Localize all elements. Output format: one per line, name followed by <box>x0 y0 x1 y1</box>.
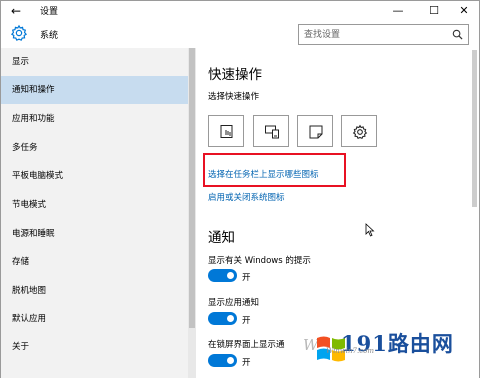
sidebar-item-apps[interactable]: 应用和功能 <box>1 105 188 133</box>
watermark-site: Winwin7.com <box>326 347 375 355</box>
toggle-knob <box>227 357 234 364</box>
search-icon[interactable] <box>452 29 463 40</box>
sidebar-scrollbar-thumb[interactable] <box>189 48 195 328</box>
page-header: 系统 <box>1 21 479 48</box>
link-system-icons[interactable]: 启用或关闭系统图标 <box>208 191 285 203</box>
sidebar-item-default-apps[interactable]: 默认应用 <box>1 305 188 333</box>
toggle-app-notifications[interactable] <box>208 312 237 325</box>
quick-action-connect[interactable] <box>253 115 289 147</box>
settings-icon <box>352 124 368 140</box>
sidebar-item-storage[interactable]: 存储 <box>1 248 188 276</box>
toggle-state-windows-tips: 开 <box>242 273 251 283</box>
title-bar: ← 设置 — ☐ ✕ <box>1 1 479 21</box>
search-box[interactable] <box>298 24 469 45</box>
close-button[interactable]: ✕ <box>449 1 479 21</box>
sidebar-item-display[interactable]: 显示 <box>1 48 188 76</box>
sidebar-item-power-sleep[interactable]: 电源和睡眠 <box>1 220 188 248</box>
sidebar-item-battery-saver[interactable]: 节电模式 <box>1 191 188 219</box>
sidebar-item-about[interactable]: 关于 <box>1 333 188 361</box>
main-scrollbar-thumb[interactable] <box>472 50 477 207</box>
toggle-knob <box>227 315 234 322</box>
connect-icon <box>265 125 279 139</box>
option-label-lock-screen: 在锁屏界面上显示通 <box>208 340 285 350</box>
maximize-button[interactable]: ☐ <box>419 1 449 21</box>
quick-actions-subtitle: 选择快速操作 <box>208 92 260 102</box>
toggle-state-app-notifications: 开 <box>242 316 251 326</box>
minimize-button[interactable]: — <box>383 1 413 21</box>
toggle-knob <box>227 272 234 279</box>
quick-actions-heading: 快速操作 <box>208 67 262 83</box>
quick-action-tablet-mode[interactable] <box>208 115 244 147</box>
search-input[interactable] <box>299 25 449 44</box>
gear-icon <box>10 24 28 41</box>
tablet-mode-icon <box>220 125 233 138</box>
settings-window: ← 设置 — ☐ ✕ 系统 显示 通知和操作 应用和功能 多任务 平板电脑模式 … <box>0 0 480 378</box>
toggle-windows-tips[interactable] <box>208 269 237 282</box>
toggle-lock-screen[interactable] <box>208 354 237 367</box>
sidebar-item-tablet-mode[interactable]: 平板电脑模式 <box>1 162 188 190</box>
toggle-state-lock-screen: 开 <box>242 358 251 368</box>
link-taskbar-icons[interactable]: 选择在任务栏上显示哪些图标 <box>208 168 319 180</box>
sidebar-nav: 显示 通知和操作 应用和功能 多任务 平板电脑模式 节电模式 电源和睡眠 存储 … <box>1 48 188 378</box>
option-label-app-notifications: 显示应用通知 <box>208 298 260 308</box>
sidebar-scrollbar[interactable] <box>188 48 196 378</box>
back-button[interactable]: ← <box>7 2 25 20</box>
sidebar-item-multitasking[interactable]: 多任务 <box>1 134 188 162</box>
note-icon <box>309 125 323 139</box>
quick-action-note[interactable] <box>297 115 333 147</box>
page-title: 系统 <box>40 31 59 41</box>
mouse-cursor-icon <box>365 223 375 237</box>
option-label-windows-tips: 显示有关 Windows 的提示 <box>208 256 311 266</box>
sidebar-item-offline-maps[interactable]: 脱机地图 <box>1 277 188 305</box>
quick-action-settings[interactable] <box>341 115 377 147</box>
window-title: 设置 <box>40 7 59 17</box>
notifications-heading: 通知 <box>208 230 235 246</box>
sidebar-item-notifications[interactable]: 通知和操作 <box>1 76 188 104</box>
